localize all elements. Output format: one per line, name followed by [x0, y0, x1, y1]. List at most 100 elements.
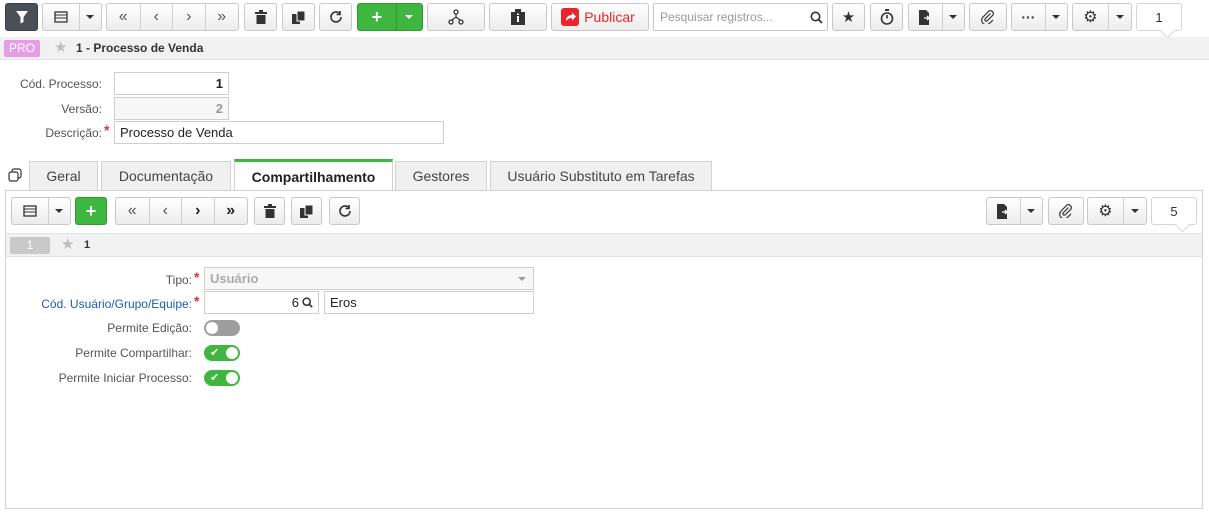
permite-edicao-label: Permite Edição:	[107, 321, 192, 335]
tab-usuario-substituto[interactable]: Usuário Substituto em Tarefas	[490, 161, 712, 190]
search-icon[interactable]	[302, 297, 313, 308]
required-asterisk: *	[104, 122, 110, 138]
attachment-button[interactable]	[969, 3, 1007, 31]
double-chevron-left-icon: «	[127, 202, 137, 219]
filter-button[interactable]	[5, 3, 38, 31]
permite-compartilhar-toggle[interactable]: ✔	[204, 345, 240, 361]
chevron-right-icon: ›	[195, 202, 201, 219]
sub-record-title: 1	[84, 239, 91, 251]
add-options-dropdown[interactable]	[397, 4, 422, 30]
sub-first-button[interactable]: «	[116, 198, 150, 224]
add-record-button[interactable]: +	[358, 4, 397, 30]
double-chevron-right-icon: »	[217, 8, 227, 25]
record-header: PRO ★ 1 - Processo de Venda	[0, 37, 1209, 60]
sub-delete-button[interactable]	[254, 197, 285, 225]
delete-button[interactable]	[244, 3, 277, 31]
chevron-down-icon	[86, 15, 95, 19]
first-record-button[interactable]: «	[107, 4, 141, 30]
refresh-icon	[329, 11, 342, 23]
sub-settings-button[interactable]: ⚙	[1088, 198, 1124, 224]
tipo-value: Usuário	[210, 271, 259, 286]
versao-field: 2	[114, 97, 229, 120]
chevron-down-icon	[1027, 209, 1036, 213]
required-asterisk: *	[194, 269, 200, 285]
star-icon[interactable]: ★	[54, 38, 67, 56]
descricao-field[interactable]: Processo de Venda	[114, 121, 444, 144]
cod-usuario-label[interactable]: Cód. Usuário/Grupo/Equipe:	[6, 297, 192, 311]
flow-icon	[448, 9, 464, 25]
export-dropdown[interactable]	[943, 4, 964, 30]
double-chevron-left-icon: «	[118, 8, 128, 25]
cod-processo-field[interactable]: 1	[114, 72, 229, 95]
permite-edicao-toggle[interactable]	[204, 320, 240, 336]
info-card-icon	[511, 9, 525, 25]
sub-record-counter: 5	[1151, 197, 1197, 225]
tab-documentacao[interactable]: Documentação	[101, 161, 231, 190]
sub-add-button[interactable]: +	[75, 197, 107, 225]
gear-icon: ⚙	[1098, 203, 1113, 220]
versao-label: Versão:	[61, 102, 102, 116]
sub-export-button[interactable]	[987, 198, 1021, 224]
favorite-button[interactable]: ★	[832, 3, 865, 31]
more-dropdown[interactable]	[1046, 4, 1067, 30]
sub-prev-button[interactable]: ‹	[150, 198, 182, 224]
trash-icon	[263, 204, 276, 218]
sub-nav-group: « ‹ › »	[115, 197, 248, 225]
star-icon[interactable]: ★	[61, 235, 74, 253]
chevron-down-icon	[405, 15, 414, 19]
more-group: ···	[1011, 3, 1068, 31]
flow-button[interactable]	[427, 3, 485, 31]
copy-icon	[300, 204, 313, 218]
prev-record-button[interactable]: ‹	[141, 4, 173, 30]
paperclip-icon	[981, 10, 994, 24]
more-button[interactable]: ···	[1012, 4, 1046, 30]
tab-compartilhamento[interactable]: Compartilhamento	[234, 159, 393, 191]
filter-icon	[15, 11, 28, 24]
sub-export-dropdown[interactable]	[1021, 198, 1042, 224]
search-icon[interactable]	[810, 11, 823, 24]
timer-button[interactable]	[870, 3, 903, 31]
sub-grid-view-button[interactable]	[12, 198, 49, 224]
search-input[interactable]	[658, 9, 808, 25]
chevron-down-icon	[949, 15, 958, 19]
tipo-select[interactable]: Usuário	[204, 267, 534, 290]
tab-gestores[interactable]: Gestores	[395, 161, 487, 190]
sub-last-button[interactable]: »	[215, 198, 248, 224]
sub-attachment-button[interactable]	[1048, 197, 1084, 225]
next-record-button[interactable]: ›	[173, 4, 206, 30]
settings-button[interactable]: ⚙	[1073, 4, 1109, 30]
tipo-label: Tipo:	[165, 273, 192, 287]
export-button[interactable]	[909, 4, 943, 30]
permite-compartilhar-label: Permite Compartilhar:	[75, 346, 192, 360]
permite-iniciar-toggle[interactable]: ✔	[204, 370, 240, 386]
settings-dropdown[interactable]	[1109, 4, 1131, 30]
refresh-button[interactable]	[319, 3, 352, 31]
descricao-label: Descrição:	[45, 126, 102, 140]
view-mode-dropdown[interactable]	[80, 4, 101, 30]
sub-settings-group: ⚙	[1087, 197, 1147, 225]
tab-geral[interactable]: Geral	[29, 161, 98, 190]
grid-icon	[23, 205, 37, 217]
sub-settings-dropdown[interactable]	[1124, 198, 1146, 224]
last-record-button[interactable]: »	[206, 4, 239, 30]
trash-icon	[254, 10, 267, 24]
view-mode-group	[42, 3, 102, 31]
record-title: 1 - Processo de Venda	[76, 41, 204, 55]
publish-button[interactable]: Publicar	[551, 3, 649, 31]
export-file-icon	[997, 203, 1009, 219]
publish-icon	[561, 8, 580, 26]
sub-copy-button[interactable]	[291, 197, 322, 225]
chevron-left-icon: ‹	[162, 202, 168, 219]
cod-usuario-field[interactable]: 6	[204, 291, 319, 314]
sub-refresh-button[interactable]	[329, 197, 360, 225]
sub-next-button[interactable]: ›	[182, 198, 215, 224]
refresh-icon	[338, 205, 351, 217]
copy-tabs-icon[interactable]	[8, 168, 23, 183]
add-group: +	[357, 3, 423, 31]
sub-view-mode-dropdown[interactable]	[49, 198, 70, 224]
grid-view-button[interactable]	[43, 4, 80, 30]
copy-button[interactable]	[282, 3, 315, 31]
sub-export-group	[986, 197, 1043, 225]
permite-iniciar-label: Permite Iniciar Processo:	[58, 371, 192, 385]
info-button[interactable]	[489, 3, 547, 31]
